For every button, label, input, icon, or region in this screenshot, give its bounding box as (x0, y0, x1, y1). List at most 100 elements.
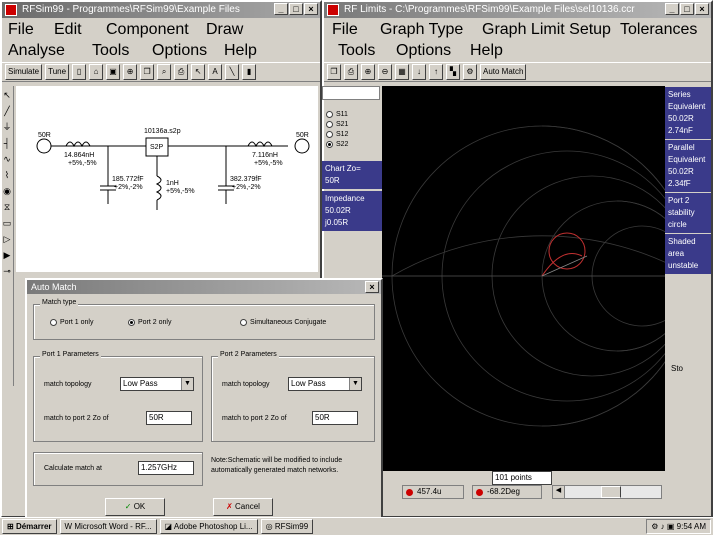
radio-s11[interactable]: S11 (326, 111, 378, 118)
menu-draw[interactable]: Draw (206, 21, 243, 39)
minimize-button-right[interactable]: _ (665, 3, 679, 15)
print-icon[interactable]: ⎙ (174, 64, 189, 80)
task-rfsim[interactable]: ◎ RFSim99 (260, 519, 314, 534)
maximize-button-right[interactable]: □ (680, 3, 694, 15)
filter-input[interactable] (322, 86, 380, 100)
marker-icon[interactable]: ↓ (412, 64, 426, 80)
port2-parameters-group: Port 2 Parameters match topology Low Pas… (211, 351, 375, 442)
port2-topology-select[interactable]: Low Pass ▼ (288, 377, 362, 391)
radio-s21[interactable]: S21 (326, 121, 378, 128)
title-bar[interactable]: RFSim99 - Programmes\RFSim99\Example Fil… (2, 2, 320, 18)
radio-dot (326, 111, 333, 118)
save-icon[interactable]: ▣ (106, 64, 121, 80)
copy-icon[interactable]: ❐ (140, 64, 155, 80)
window-title-right: RF Limits - C:\Programmes\RFSim99\Exampl… (344, 4, 635, 15)
task-word[interactable]: W Microsoft Word - RF... (59, 519, 157, 534)
l2-tol: +5%,-5% (166, 188, 195, 195)
menu-file[interactable]: File (8, 21, 34, 39)
port1-topology-select[interactable]: Low Pass ▼ (120, 377, 194, 391)
transformer-icon[interactable]: ⧖ (1, 200, 13, 214)
dialog-title-bar[interactable]: Auto Match × (27, 280, 381, 294)
tray-icons[interactable]: ⚙ ♪ ▣ (651, 522, 676, 531)
close-button[interactable]: × (304, 3, 318, 15)
menu-help[interactable]: Help (224, 42, 257, 60)
port1-zo-label: match to port 2 Zo of (44, 415, 109, 422)
start-button[interactable]: ⊞ Démarrer (2, 519, 57, 534)
points-field[interactable]: 101 points (492, 471, 552, 485)
line-tool-icon[interactable]: ╲ (225, 64, 240, 80)
port2-zo-input[interactable]: 50R (312, 411, 358, 425)
zoom-out-icon[interactable]: ⊖ (378, 64, 392, 80)
pointer-tool-icon[interactable]: ↖ (1, 88, 13, 102)
menu-options-right[interactable]: Options (396, 42, 451, 60)
schematic-canvas[interactable]: 50R 50R 14.864nH +5%,-5% 185.772fF +2%,-… (16, 86, 318, 272)
capacitor-icon[interactable]: ┤ (1, 136, 13, 150)
grid-icon[interactable]: ▦ (395, 64, 409, 80)
cancel-button[interactable]: ✗ Cancel (213, 498, 273, 516)
title-bar-right[interactable]: RF Limits - C:\Programmes\RFSim99\Exampl… (324, 2, 711, 18)
ok-button[interactable]: ✓ OK (105, 498, 165, 516)
auto-match-dialog: Auto Match × Match type Port 1 only Port… (25, 278, 383, 521)
task-photoshop[interactable]: ◪ Adobe Photoshop Li... (159, 519, 258, 534)
arrow-up-icon[interactable]: ↑ (429, 64, 443, 80)
menu-graph-type[interactable]: Graph Type (380, 21, 463, 39)
ground-icon[interactable]: ⏚ (1, 120, 13, 134)
port1-zo-input[interactable]: 50R (146, 411, 192, 425)
radio-s12[interactable]: S12 (326, 131, 378, 138)
part-name: 10136a.s2p (144, 128, 181, 135)
c2-tol: +2%,-2% (232, 184, 261, 191)
menu-edit[interactable]: Edit (54, 21, 82, 39)
amp-icon[interactable]: ▶ (1, 248, 13, 262)
menu-tools[interactable]: Tools (92, 42, 129, 60)
radio-s22[interactable]: S22 (326, 141, 378, 148)
desktop: { "left_window": { "title": "RFSim99 - P… (0, 0, 713, 535)
chevron-down-icon[interactable]: ▼ (349, 378, 361, 390)
chevron-down-icon[interactable]: ▼ (181, 378, 193, 390)
copy-graph-icon[interactable]: ❐ (327, 64, 341, 80)
radio-port2-only[interactable]: Port 2 only (128, 319, 171, 326)
marker-dot (476, 489, 483, 496)
chart-icon[interactable]: ▚ (446, 64, 460, 80)
smith-chart[interactable] (382, 86, 665, 471)
wire-tool-icon[interactable]: ▮ (242, 64, 257, 80)
minimize-button[interactable]: _ (274, 3, 288, 15)
dialog-close-button[interactable]: × (365, 281, 379, 293)
menu-file-right[interactable]: File (332, 21, 358, 39)
frequency-scrollbar[interactable]: ◀ (552, 485, 662, 499)
search-icon[interactable]: ⌕ (157, 64, 172, 80)
new-file-icon[interactable]: ▯ (72, 64, 87, 80)
pointer-icon[interactable]: ↖ (191, 64, 206, 80)
port-icon[interactable]: ◉ (1, 184, 13, 198)
close-button-right[interactable]: × (695, 3, 709, 15)
parallel-equivalent-box: Parallel Equivalent 50.02R 2.34fF (665, 140, 711, 192)
diode-icon[interactable]: ▷ (1, 232, 13, 246)
radio-simultaneous-conjugate[interactable]: Simultaneous Conjugate (240, 319, 326, 326)
menu-analyse[interactable]: Analyse (8, 42, 65, 60)
menu-help-right[interactable]: Help (470, 42, 503, 60)
menu-component[interactable]: Component (106, 21, 189, 39)
menu-graph-limit-setup[interactable]: Graph Limit Setup (482, 21, 611, 39)
switch-icon[interactable]: ⊸ (1, 264, 13, 278)
text-tool-icon[interactable]: A (208, 64, 223, 80)
inductor-icon[interactable]: ∿ (1, 152, 13, 166)
tune-button[interactable]: Tune (45, 64, 70, 80)
radio-port1-only[interactable]: Port 1 only (50, 319, 93, 326)
simulate-button[interactable]: Simulate (5, 64, 43, 80)
zoom-in-icon[interactable]: ⊕ (361, 64, 375, 80)
print-graph-icon[interactable]: ⎙ (344, 64, 358, 80)
resistor-icon[interactable]: ⌇ (1, 168, 13, 182)
calc-frequency-input[interactable]: 1.257GHz (138, 461, 194, 475)
open-folder-icon[interactable]: ⌂ (89, 64, 104, 80)
tline-icon[interactable]: ▭ (1, 216, 13, 230)
stability-circle-box: Port 2 stability circle (665, 193, 711, 233)
maximize-button[interactable]: □ (289, 3, 303, 15)
scroll-thumb[interactable] (601, 486, 621, 498)
scroll-left-icon[interactable]: ◀ (553, 486, 565, 498)
auto-match-button[interactable]: Auto Match (480, 64, 527, 80)
settings-icon[interactable]: ⚙ (463, 64, 477, 80)
zoom-icon[interactable]: ⊕ (123, 64, 138, 80)
menu-tools-right[interactable]: Tools (338, 42, 375, 60)
menu-options[interactable]: Options (152, 42, 207, 60)
menu-tolerances[interactable]: Tolerances (620, 21, 697, 39)
wire-icon[interactable]: ╱ (1, 104, 13, 118)
